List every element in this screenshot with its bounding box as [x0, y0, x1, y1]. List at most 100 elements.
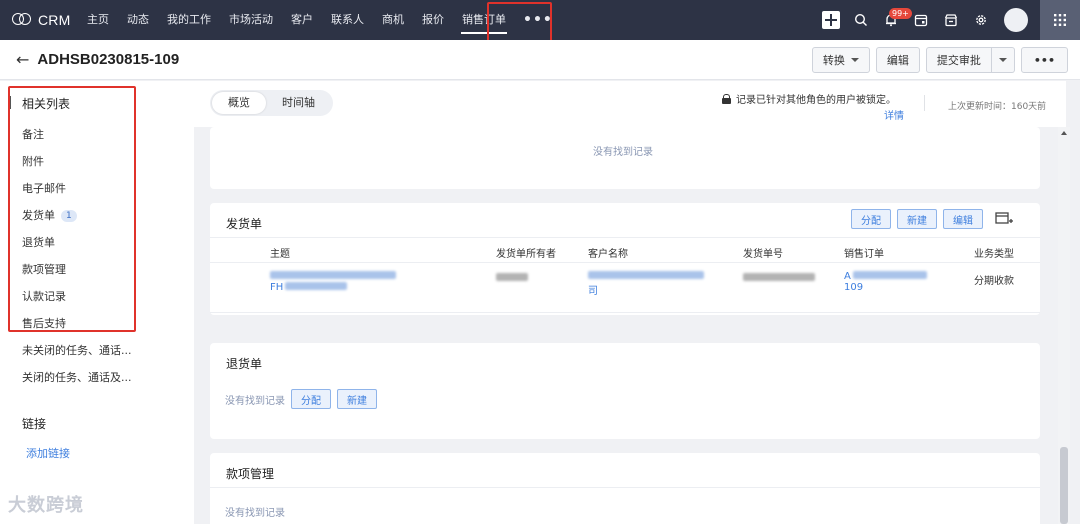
lock-details-link[interactable]: 详情 — [884, 107, 904, 122]
related-item-label: 关闭的任务、通话及... — [22, 371, 132, 384]
tab-overview[interactable]: 概览 — [212, 92, 266, 114]
nav-item-deals[interactable]: 商机 — [373, 0, 413, 40]
nav-item-contacts[interactable]: 联系人 — [322, 0, 373, 40]
delivery-orders-card: 发货单 分配 新建 编辑 主题 发货单所有者 客户名称 发货单号 销售订单 业务… — [210, 203, 1040, 315]
nav-item-sales-orders[interactable]: 销售订单 — [453, 0, 515, 40]
main-content: 概览 时间轴 记录已针对其他角色的用户被锁定。 详情 上次更新时间：160天前 … — [194, 81, 1066, 524]
lock-icon — [722, 93, 731, 104]
nav-item-campaigns[interactable]: 市场活动 — [220, 0, 282, 40]
customer-cell[interactable]: 司 — [588, 271, 708, 297]
edit-button[interactable]: 编辑 — [943, 209, 983, 229]
new-button[interactable]: 新建 — [337, 389, 377, 409]
crm-logo[interactable]: CRM — [0, 12, 78, 28]
scroll-up-icon[interactable] — [1061, 131, 1067, 135]
create-button[interactable] — [816, 0, 846, 40]
apps-grid-icon — [1054, 14, 1066, 26]
related-item-label: 未关闭的任务、通话... — [22, 344, 132, 357]
nav-item-accounts[interactable]: 客户 — [282, 0, 322, 40]
view-tabs-bar: 概览 时间轴 记录已针对其他角色的用户被锁定。 详情 上次更新时间：160天前 — [194, 81, 1066, 127]
related-item-returns[interactable]: 退货单 — [22, 229, 132, 256]
related-item-label: 备注 — [22, 128, 44, 141]
redacted-text — [852, 271, 927, 279]
back-arrow-icon[interactable]: ← — [16, 50, 29, 69]
column-header[interactable]: 发货单号 — [743, 245, 783, 260]
notifications-button[interactable]: 99+ — [876, 0, 912, 40]
tab-timeline[interactable]: 时间轴 — [266, 92, 331, 114]
column-header[interactable]: 客户名称 — [588, 245, 628, 260]
related-item-closed-activities[interactable]: 关闭的任务、通话及... — [22, 364, 132, 391]
chevron-down-icon — [850, 58, 859, 62]
related-item-delivery[interactable]: 发货单 1 — [22, 202, 132, 229]
redacted-text — [743, 273, 815, 281]
add-link[interactable]: 添加链接 — [26, 445, 70, 461]
nav-item-home[interactable]: 主页 — [78, 0, 118, 40]
card-actions: 分配 新建 编辑 — [851, 209, 1013, 229]
previous-section-card: 没有找到记录 — [210, 127, 1040, 189]
submit-approval-group: 提交审批 — [925, 47, 1015, 73]
related-item-emails[interactable]: 电子邮件 — [22, 175, 132, 202]
redacted-text — [496, 273, 528, 281]
owner-cell — [496, 273, 528, 284]
lock-notice-text: 记录已针对其他角色的用户被锁定。 — [736, 95, 896, 106]
no-record-text: 没有找到记录 — [225, 395, 285, 407]
new-button[interactable]: 新建 — [897, 209, 937, 229]
lock-notice: 记录已针对其他角色的用户被锁定。 — [722, 91, 896, 106]
card-title: 退货单 — [226, 357, 263, 371]
nav-item-feeds[interactable]: 动态 — [118, 0, 158, 40]
related-item-label: 售后支持 — [22, 317, 66, 330]
related-item-notes[interactable]: 备注 — [22, 121, 132, 148]
more-actions-button[interactable]: ••• — [1020, 47, 1068, 73]
related-item-label: 认款记录 — [22, 290, 66, 303]
related-item-payment-records[interactable]: 认款记录 — [22, 283, 132, 310]
customer-suffix: 司 — [588, 286, 598, 297]
main-scrollbar[interactable] — [1058, 127, 1070, 524]
marketplace-button[interactable] — [936, 0, 966, 40]
watermark-text: 大数跨境 — [8, 495, 84, 516]
column-header[interactable]: 发货单所有者 — [496, 245, 556, 260]
settings-button[interactable] — [966, 0, 996, 40]
search-button[interactable] — [846, 0, 876, 40]
assign-button[interactable]: 分配 — [291, 389, 331, 409]
order-prefix: A — [844, 271, 851, 282]
column-header[interactable]: 主题 — [270, 245, 290, 260]
scroll-thumb[interactable] — [1060, 447, 1068, 524]
related-item-label: 发货单 — [22, 209, 55, 222]
convert-button[interactable]: 转换 — [811, 47, 870, 73]
returns-card: 退货单 没有找到记录 分配 新建 — [210, 343, 1040, 439]
subject-suffix: FH — [270, 282, 284, 293]
nav-item-quotes[interactable]: 报价 — [413, 0, 453, 40]
submit-approval-button[interactable]: 提交审批 — [925, 47, 992, 73]
gear-icon — [976, 15, 986, 25]
redacted-text — [588, 271, 704, 279]
nav-item-my-work[interactable]: 我的工作 — [158, 0, 220, 40]
related-item-label: 款项管理 — [22, 263, 66, 276]
avatar[interactable] — [1004, 8, 1028, 32]
calendar-button[interactable] — [906, 0, 936, 40]
related-item-payments[interactable]: 款项管理 — [22, 256, 132, 283]
logo-text: CRM — [38, 12, 71, 28]
delivery-number-cell — [743, 273, 815, 284]
no-record-text: 没有找到记录 — [225, 508, 285, 519]
add-column-icon[interactable] — [995, 212, 1013, 226]
sales-order-cell[interactable]: A 109 — [844, 271, 934, 293]
count-badge: 1 — [61, 209, 77, 222]
submit-approval-dropdown[interactable] — [991, 47, 1015, 73]
table-row[interactable]: FH 司 A 109 分期收款 — [210, 263, 1040, 313]
convert-label: 转换 — [822, 54, 845, 67]
crm-logo-icon — [12, 13, 34, 27]
column-header[interactable]: 业务类型 — [974, 245, 1014, 260]
card-title: 发货单 — [226, 217, 263, 231]
related-item-after-sales[interactable]: 售后支持 — [22, 310, 132, 337]
related-list-heading: 相关列表 — [22, 97, 71, 111]
apps-button[interactable] — [1040, 0, 1080, 40]
nav-more-button[interactable]: ••• — [515, 0, 561, 40]
edit-button[interactable]: 编辑 — [875, 47, 920, 73]
column-header[interactable]: 销售订单 — [844, 245, 884, 260]
redacted-text — [285, 282, 348, 290]
assign-button[interactable]: 分配 — [851, 209, 891, 229]
related-item-open-activities[interactable]: 未关闭的任务、通话... — [22, 337, 132, 364]
order-suffix: 109 — [844, 282, 864, 293]
related-item-attachments[interactable]: 附件 — [22, 148, 132, 175]
subject-cell[interactable]: FH — [270, 271, 400, 293]
no-record-text: 没有找到记录 — [593, 147, 653, 158]
